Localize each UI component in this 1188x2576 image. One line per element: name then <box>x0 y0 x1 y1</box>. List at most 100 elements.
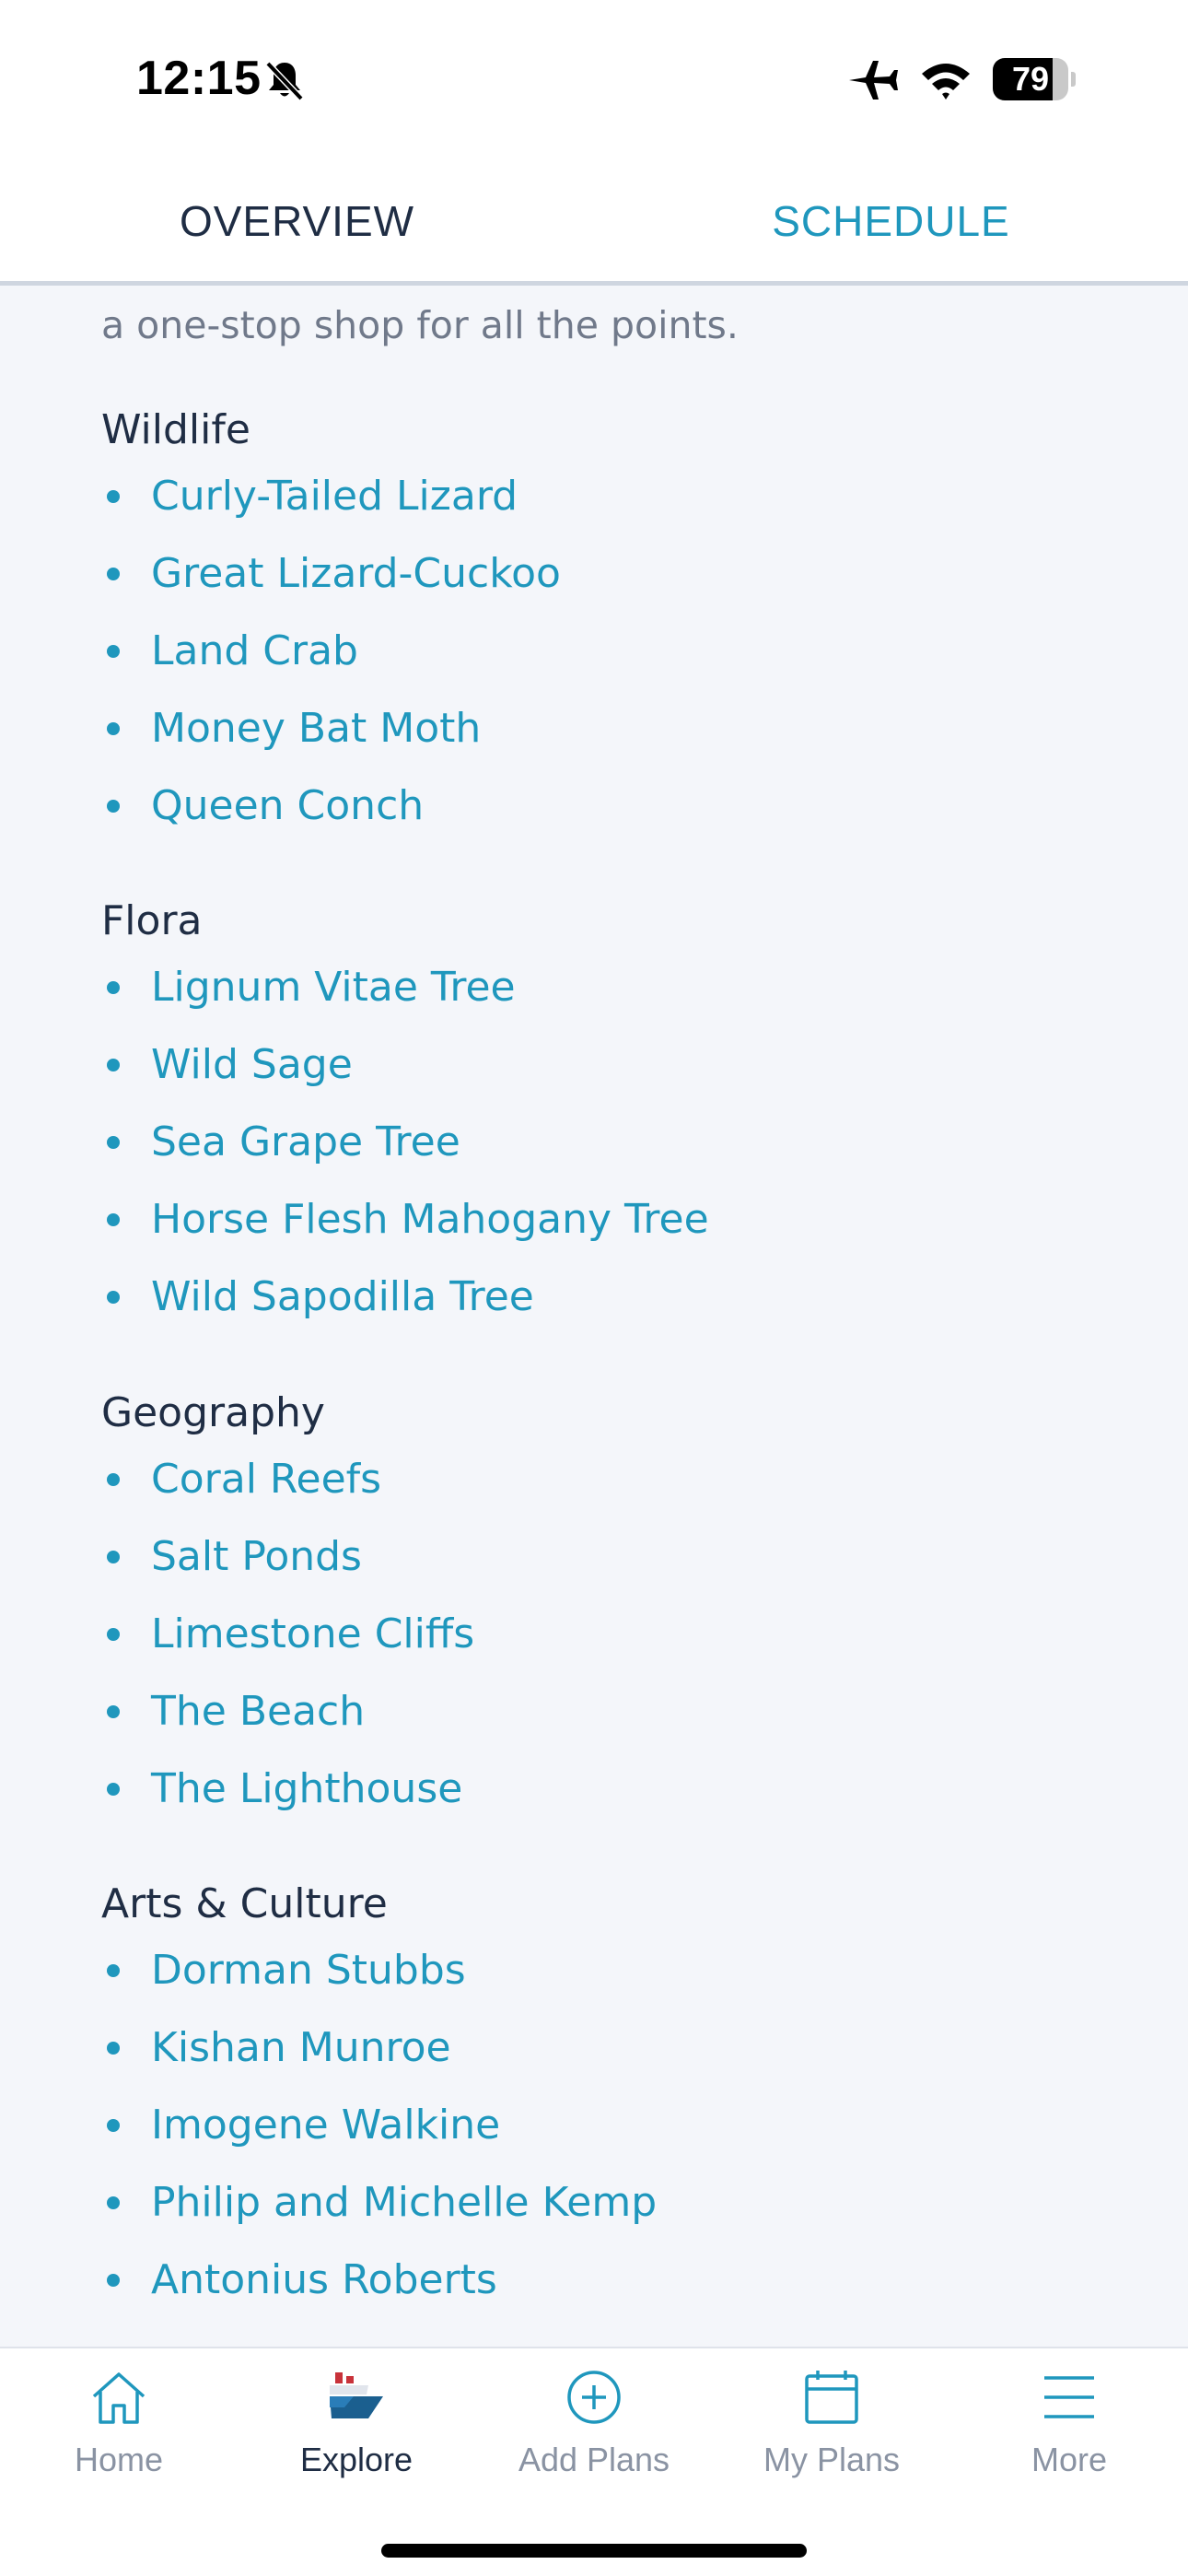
screen: 12:15 79 OVERVIEW SCHEDULE a one-stop sh… <box>0 0 1188 2576</box>
tab-schedule[interactable]: SCHEDULE <box>594 161 1188 281</box>
status-time: 12:15 <box>136 52 262 105</box>
list-item[interactable]: Coral Reefs <box>101 1441 1114 1518</box>
plus-circle-icon <box>567 2371 621 2424</box>
bullet <box>107 1291 120 1304</box>
nav-label: Add Plans <box>518 2441 670 2478</box>
link-list: Dorman Stubbs Kishan Munroe Imogene Walk… <box>101 1932 1114 2319</box>
list-item[interactable]: The Beach <box>101 1673 1114 1751</box>
bullet <box>107 1783 120 1796</box>
list-item[interactable]: Great Lizard-Cuckoo <box>101 535 1114 613</box>
list-item[interactable]: Queen Conch <box>101 767 1114 845</box>
bullet <box>107 490 120 503</box>
bullet <box>107 1473 120 1486</box>
link-list: Coral Reefs Salt Ponds Limestone Cliffs … <box>101 1441 1114 1828</box>
section-title: Arts & Culture <box>101 1880 388 1927</box>
bullet <box>107 800 120 813</box>
item-link[interactable]: Coral Reefs <box>151 1456 381 1503</box>
nav-add-plans[interactable]: Add Plans <box>475 2348 713 2496</box>
bullet <box>107 1628 120 1641</box>
list-item[interactable]: Kishan Munroe <box>101 2009 1114 2087</box>
item-link[interactable]: Kishan Munroe <box>151 2024 451 2071</box>
calendar-icon <box>805 2371 858 2424</box>
bullet <box>107 2119 120 2132</box>
list-item[interactable]: Wild Sapodilla Tree <box>101 1259 1114 1336</box>
list-item[interactable]: Dorman Stubbs <box>101 1932 1114 2009</box>
item-link[interactable]: Wild Sapodilla Tree <box>151 1273 534 1320</box>
bullet <box>107 1551 120 1563</box>
list-item[interactable]: Limestone Cliffs <box>101 1596 1114 1673</box>
menu-icon <box>1044 2376 1094 2418</box>
intro-text: a one-stop shop for all the points. <box>101 303 739 347</box>
item-link[interactable]: Money Bat Moth <box>151 705 481 752</box>
item-link[interactable]: Philip and Michelle Kemp <box>151 2179 657 2226</box>
list-item[interactable]: Sea Grape Tree <box>101 1104 1114 1181</box>
link-list: Lignum Vitae Tree Wild Sage Sea Grape Tr… <box>101 949 1114 1336</box>
bullet <box>107 1059 120 1071</box>
bullet <box>107 2274 120 2287</box>
link-list: Curly-Tailed Lizard Great Lizard-Cuckoo … <box>101 458 1114 845</box>
item-link[interactable]: Limestone Cliffs <box>151 1610 474 1657</box>
section-title: Flora <box>101 897 203 944</box>
nav-explore[interactable]: Explore <box>238 2348 475 2496</box>
bullet <box>107 645 120 658</box>
nav-home[interactable]: Home <box>0 2348 238 2496</box>
bullet <box>107 1136 120 1149</box>
item-link[interactable]: Sea Grape Tree <box>151 1118 460 1165</box>
nav-my-plans[interactable]: My Plans <box>713 2348 950 2496</box>
item-link[interactable]: Wild Sage <box>151 1041 353 1088</box>
tab-bar: OVERVIEW SCHEDULE <box>0 161 1188 286</box>
bullet <box>107 1705 120 1718</box>
item-link[interactable]: Horse Flesh Mahogany Tree <box>151 1196 709 1243</box>
item-link[interactable]: The Lighthouse <box>151 1765 462 1812</box>
section-wildlife: Wildlife Curly-Tailed Lizard Great Lizar… <box>101 403 1114 845</box>
home-icon <box>92 2372 146 2424</box>
item-link[interactable]: Lignum Vitae Tree <box>151 964 516 1011</box>
nav-label: More <box>1031 2441 1108 2478</box>
item-link[interactable]: Salt Ponds <box>151 1533 362 1580</box>
item-link[interactable]: Dorman Stubbs <box>151 1947 466 1994</box>
overview-content: a one-stop shop for all the points. Wild… <box>0 290 1188 2347</box>
battery-level: 79 <box>1011 60 1050 98</box>
item-link[interactable]: Curly-Tailed Lizard <box>151 473 518 520</box>
list-item[interactable]: Imogene Walkine <box>101 2087 1114 2164</box>
airplane-icon <box>849 61 898 100</box>
item-link[interactable]: Imogene Walkine <box>151 2102 500 2149</box>
ship-icon <box>330 2372 383 2418</box>
item-link[interactable]: Queen Conch <box>151 782 424 829</box>
nav-label: Explore <box>299 2441 413 2478</box>
section-arts-culture: Arts & Culture Dorman Stubbs Kishan Munr… <box>101 1877 1114 2319</box>
bottom-nav: Home Explore Add Plans My Plans More <box>0 2347 1188 2576</box>
tab-overview[interactable]: OVERVIEW <box>0 161 594 281</box>
item-link[interactable]: Great Lizard-Cuckoo <box>151 550 561 597</box>
list-item[interactable]: Money Bat Moth <box>101 690 1114 767</box>
bullet <box>107 2196 120 2209</box>
item-link[interactable]: Land Crab <box>151 627 358 674</box>
section-flora: Flora Lignum Vitae Tree Wild Sage Sea Gr… <box>101 894 1114 1336</box>
bullet <box>107 1213 120 1226</box>
item-link[interactable]: The Beach <box>151 1688 365 1735</box>
nav-more[interactable]: More <box>950 2348 1188 2496</box>
bullet <box>107 2042 120 2055</box>
nav-label: Home <box>74 2441 164 2478</box>
list-item[interactable]: Land Crab <box>101 613 1114 690</box>
list-item[interactable]: Antonius Roberts <box>101 2242 1114 2319</box>
section-title: Geography <box>101 1389 325 1436</box>
list-item[interactable]: Wild Sage <box>101 1026 1114 1104</box>
list-item[interactable]: Curly-Tailed Lizard <box>101 458 1114 535</box>
bullet <box>107 568 120 580</box>
battery-icon: 79 <box>993 58 1076 100</box>
status-bar: 12:15 79 <box>0 0 1188 161</box>
section-geography: Geography Coral Reefs Salt Ponds Limesto… <box>101 1386 1114 1828</box>
list-item[interactable]: Lignum Vitae Tree <box>101 949 1114 1026</box>
nav-label: My Plans <box>763 2441 901 2478</box>
list-item[interactable]: The Lighthouse <box>101 1751 1114 1828</box>
section-title: Wildlife <box>101 406 250 453</box>
item-link[interactable]: Antonius Roberts <box>151 2256 497 2303</box>
list-item[interactable]: Salt Ponds <box>101 1518 1114 1596</box>
home-indicator[interactable] <box>381 2544 807 2558</box>
bullet <box>107 722 120 735</box>
list-item[interactable]: Philip and Michelle Kemp <box>101 2164 1114 2242</box>
bullet <box>107 981 120 994</box>
bullet <box>107 1964 120 1977</box>
list-item[interactable]: Horse Flesh Mahogany Tree <box>101 1181 1114 1259</box>
